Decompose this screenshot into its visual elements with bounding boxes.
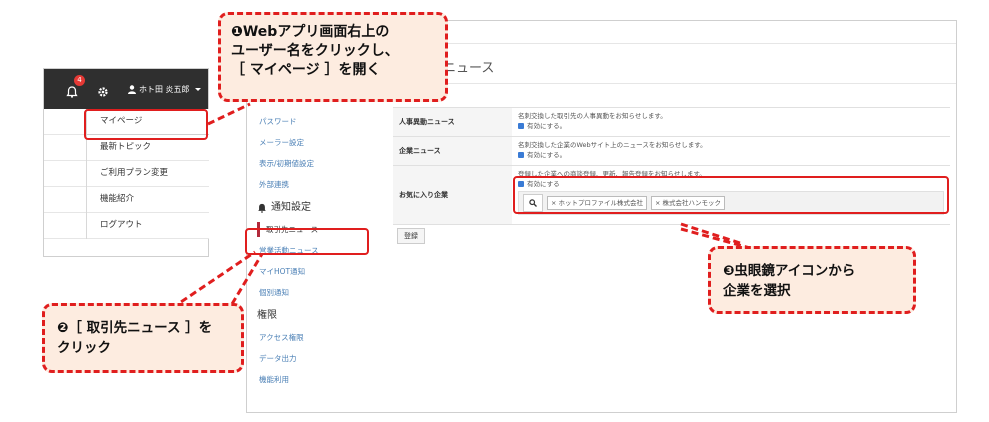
nav-screenshot: 4 ホト田 炎五郎 マイページ 最新トピック ご利用プラン変更 機能紹介 ログア… — [43, 68, 209, 257]
row-label: お気に入り企業 — [393, 166, 512, 224]
checkbox-label: 有効にする。 — [527, 151, 567, 159]
caret-down-icon — [194, 87, 201, 91]
user-icon — [128, 84, 136, 94]
sidebar-item-display[interactable]: 表示/初期値設定 — [257, 153, 377, 174]
page-title: ニュース — [443, 61, 495, 76]
settings-row: 企業ニュース 名刺交換した企業のWebサイト上のニュースをお知らせします。 有効… — [393, 137, 950, 166]
top-navbar: 4 ホト田 炎五郎 — [44, 69, 208, 109]
register-button[interactable]: 登録 — [397, 228, 425, 244]
section-perm: 権限 — [257, 305, 377, 327]
highlight-client-news — [245, 228, 369, 255]
dropdown-item-plan-change[interactable]: ご利用プラン変更 — [87, 161, 209, 187]
section-perm-label: 権限 — [257, 310, 277, 321]
section-notify: 通知設定 — [257, 197, 377, 219]
callout-step2-line2: クリック — [57, 340, 111, 356]
bell-icon — [258, 203, 266, 213]
row-desc: 名刺交換した企業のWebサイト上のニュースをお知らせします。 — [518, 141, 707, 149]
callout-step3: ❸虫眼鏡アイコンから 企業を選択 — [708, 246, 916, 314]
callout-step1-line3: ［ マイページ ］を開く — [231, 62, 381, 78]
highlight-mypage — [84, 109, 208, 140]
callout-step3-line1: ❸虫眼鏡アイコンから — [723, 263, 856, 279]
checkbox-icon[interactable] — [518, 123, 524, 129]
section-notify-label: 通知設定 — [271, 202, 311, 213]
callout-step3-line2: 企業を選択 — [723, 283, 791, 299]
row-label: 人事異動ニュース — [393, 108, 512, 136]
sidebar-item-mailer[interactable]: メーラー設定 — [257, 132, 377, 153]
callout-step2: ❷［ 取引先ニュース ］を クリック — [42, 303, 244, 373]
sidebar-item-password[interactable]: パスワード — [257, 111, 377, 132]
user-menu[interactable]: ホト田 炎五郎 — [128, 81, 201, 97]
checkbox-label: 有効にする。 — [527, 122, 567, 130]
settings-row: 人事異動ニュース 名刺交換した取引先の人事異動をお知らせします。 有効にする。 — [393, 108, 950, 137]
callout-step1-line1: ❶Webアプリ画面右上の — [231, 24, 390, 40]
checkbox-icon[interactable] — [518, 152, 524, 158]
callout-step1: ❶Webアプリ画面右上の ユーザー名をクリックし、 ［ マイページ ］を開く — [218, 12, 448, 102]
dropdown-item-features[interactable]: 機能紹介 — [87, 187, 209, 213]
callout-step1-line2: ユーザー名をクリックし、 — [231, 43, 399, 59]
callout-step2-line1: ❷［ 取引先ニュース ］を — [57, 320, 213, 336]
sidebar-item-individual[interactable]: 個別通知 — [257, 282, 377, 303]
row-label: 企業ニュース — [393, 137, 512, 165]
sidebar-item-external[interactable]: 外部連携 — [257, 174, 377, 195]
enable-checkbox[interactable]: 有効にする。 — [518, 121, 944, 131]
dropdown-item-logout[interactable]: ログアウト — [87, 213, 209, 239]
row-desc: 名刺交換した取引先の人事異動をお知らせします。 — [518, 112, 667, 120]
sidebar-item-myhot[interactable]: マイHOT通知 — [257, 261, 377, 282]
notification-badge: 4 — [74, 75, 85, 86]
highlight-company-selector — [513, 176, 949, 214]
sidebar-item-export[interactable]: データ出力 — [257, 348, 377, 369]
gear-icon[interactable] — [97, 83, 109, 97]
sidebar-item-access[interactable]: アクセス権限 — [257, 327, 377, 348]
sidebar-item-feature-use[interactable]: 機能利用 — [257, 369, 377, 390]
enable-checkbox[interactable]: 有効にする。 — [518, 150, 944, 160]
user-name: ホト田 炎五郎 — [139, 84, 190, 94]
